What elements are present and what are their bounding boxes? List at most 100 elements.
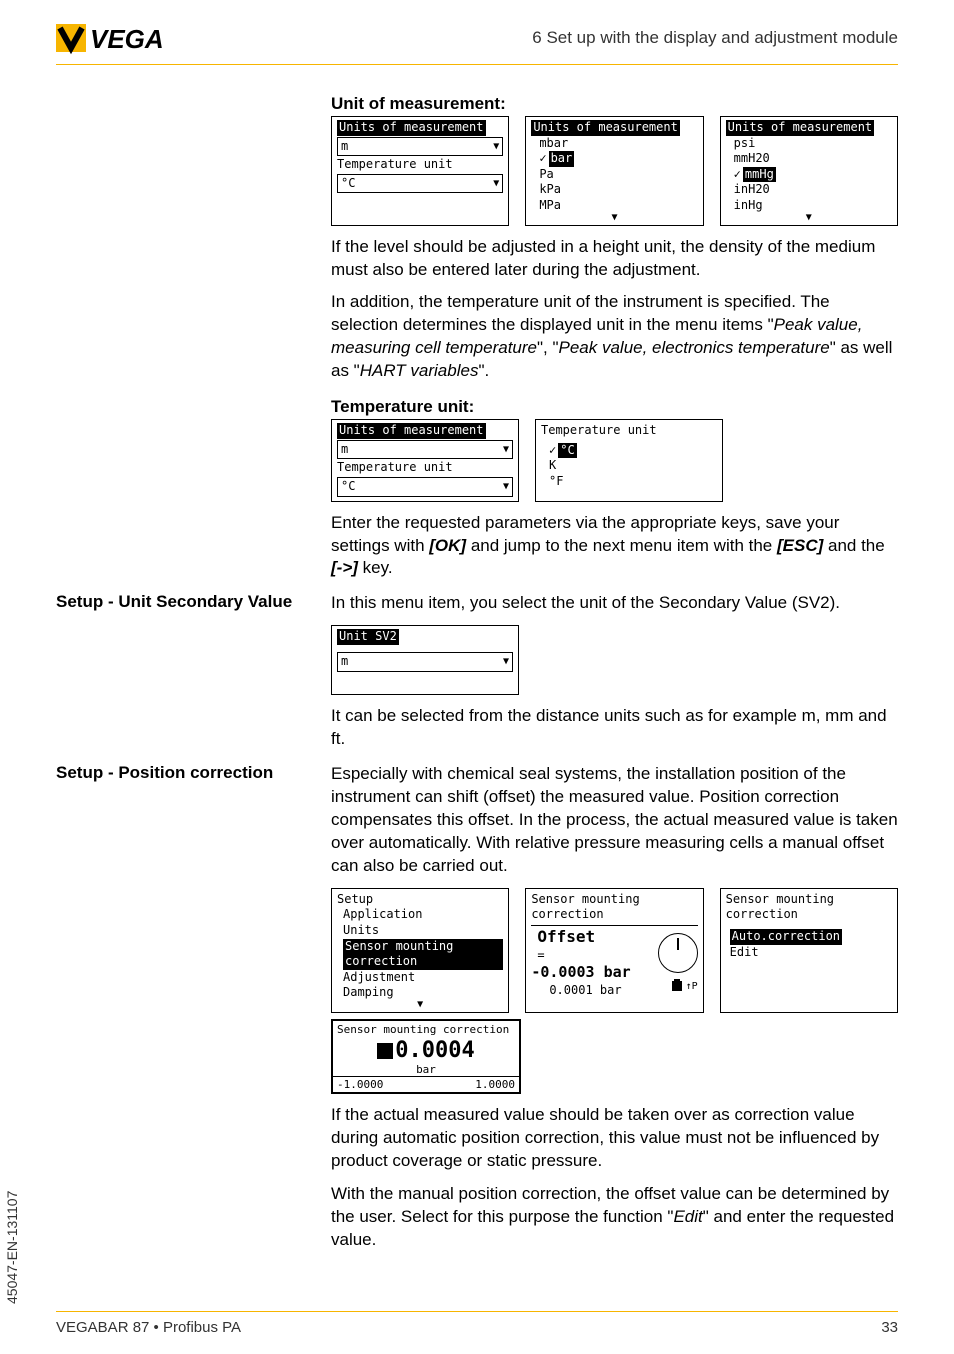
- screen-title: Unit SV2: [337, 629, 399, 645]
- option[interactable]: inHg: [734, 198, 892, 214]
- unit-measurement-heading: Unit of measurement:: [331, 94, 898, 114]
- minus-block-icon: [377, 1043, 393, 1059]
- screen-correction-options: Sensor mounting correction Auto.correcti…: [720, 888, 898, 1013]
- sv2-field-value: m: [341, 654, 348, 670]
- footer-page: 33: [881, 1319, 898, 1336]
- screen-temp-options: Temperature unit °C K °F: [535, 419, 723, 501]
- scroll-down-icon: ▼: [337, 1001, 503, 1009]
- screen-units-options-2: Units of measurement psi mmH20 mmHg inH2…: [720, 116, 898, 226]
- tp-label: ↑P: [686, 980, 698, 993]
- units-field-value: m: [341, 139, 348, 155]
- para-level-adjust: If the level should be adjusted in a hei…: [331, 236, 898, 282]
- offset-big-value: 0.0004: [333, 1038, 519, 1063]
- para-auto-correction: If the actual measured value should be t…: [331, 1104, 898, 1173]
- units-field[interactable]: m ▼: [337, 137, 503, 157]
- screen-sv2: Unit SV2 m ▼: [331, 625, 519, 695]
- option-selected[interactable]: Sensor mounting correction: [343, 939, 503, 970]
- units-field-value: m: [341, 442, 348, 458]
- temp-field-value: °C: [341, 176, 355, 192]
- header-rule: [56, 64, 898, 65]
- screen-units-main: Units of measurement m ▼ Temperature uni…: [331, 116, 509, 226]
- offset-sub: 0.0001 bar: [531, 983, 630, 999]
- screen-title: Units of measurement: [337, 423, 486, 439]
- side-heading-secondary-value: Setup - Unit Secondary Value: [56, 592, 316, 612]
- position-screens-row2: Sensor mounting correction 0.0004 bar -1…: [331, 1019, 898, 1094]
- option[interactable]: Edit: [730, 945, 892, 961]
- section-title: 6 Set up with the display and adjustment…: [532, 28, 898, 48]
- dial-icon: [658, 933, 698, 973]
- temp-field[interactable]: °C ▼: [337, 477, 513, 497]
- option[interactable]: Adjustment: [343, 970, 503, 986]
- option-selected[interactable]: Auto.correction: [730, 929, 892, 945]
- dropdown-icon: ▼: [503, 655, 509, 668]
- scroll-down-icon: ▼: [531, 214, 697, 222]
- side-heading-position-correction: Setup - Position correction: [56, 763, 316, 783]
- logo: VEGA: [56, 18, 176, 58]
- option[interactable]: inH20: [734, 182, 892, 198]
- screen-title: Sensor mounting correction: [726, 892, 892, 923]
- option[interactable]: psi: [734, 136, 892, 152]
- para-manual-correction: With the manual position correction, the…: [331, 1183, 898, 1252]
- dropdown-icon: ▼: [493, 177, 499, 190]
- option[interactable]: mmH20: [734, 151, 892, 167]
- screen-title: Units of measurement: [726, 120, 875, 136]
- screen-units-options-1: Units of measurement mbar bar Pa kPa MPa…: [525, 116, 703, 226]
- temp-label: Temperature unit: [337, 460, 513, 476]
- dropdown-icon: ▼: [493, 140, 499, 153]
- dropdown-icon: ▼: [503, 443, 509, 456]
- footer-left: VEGABAR 87 • Profibus PA: [56, 1319, 241, 1336]
- offset-value: -0.0003 bar: [531, 963, 630, 983]
- screen-title: Sensor mounting correction: [531, 892, 697, 923]
- screen-offset-display: Sensor mounting correction Offset = -0.0…: [525, 888, 703, 1013]
- screen-title: Units of measurement: [531, 120, 680, 136]
- svg-text:VEGA: VEGA: [90, 24, 164, 54]
- temperature-unit-heading: Temperature unit:: [331, 397, 898, 417]
- option-selected[interactable]: bar: [539, 151, 697, 167]
- option[interactable]: mbar: [539, 136, 697, 152]
- offset-eq: =: [531, 948, 630, 964]
- screen-title: Sensor mounting correction: [333, 1021, 519, 1038]
- option[interactable]: Pa: [539, 167, 697, 183]
- option-selected[interactable]: °C: [549, 443, 717, 459]
- option[interactable]: °F: [549, 474, 717, 490]
- offset-range: -1.0000 1.0000: [333, 1076, 519, 1092]
- option[interactable]: Units: [343, 923, 503, 939]
- para-enter-params: Enter the requested parameters via the a…: [331, 512, 898, 581]
- temperature-unit-screens: Units of measurement m ▼ Temperature uni…: [331, 419, 898, 501]
- temp-field-value: °C: [341, 479, 355, 495]
- screen-offset-edit: Sensor mounting correction 0.0004 bar -1…: [331, 1019, 521, 1094]
- position-screens-row1: Setup Application Units Sensor mounting …: [331, 888, 898, 1013]
- doc-id-vertical: 45047-EN-131107: [4, 1191, 20, 1304]
- vega-logo-icon: VEGA: [56, 18, 176, 58]
- para-sv2-intro: In this menu item, you select the unit o…: [331, 592, 898, 615]
- temp-field[interactable]: °C ▼: [337, 174, 503, 194]
- screen-temp-main: Units of measurement m ▼ Temperature uni…: [331, 419, 519, 501]
- offset-unit: bar: [333, 1063, 519, 1076]
- offset-label: Offset: [531, 927, 630, 948]
- screen-title: Units of measurement: [337, 120, 486, 136]
- footer: VEGABAR 87 • Profibus PA 33: [56, 1319, 898, 1336]
- dropdown-icon: ▼: [503, 480, 509, 493]
- unit-measurement-screens: Units of measurement m ▼ Temperature uni…: [331, 116, 898, 226]
- screen-title: Temperature unit: [541, 423, 717, 439]
- para-temp-unit: In addition, the temperature unit of the…: [331, 291, 898, 383]
- option[interactable]: kPa: [539, 182, 697, 198]
- range-lo: -1.0000: [337, 1078, 383, 1091]
- units-field[interactable]: m ▼: [337, 440, 513, 460]
- header: VEGA 6 Set up with the display and adjus…: [0, 0, 954, 58]
- temp-label: Temperature unit: [337, 157, 503, 173]
- option[interactable]: Damping: [343, 985, 503, 1001]
- para-sv2-units: It can be selected from the distance uni…: [331, 705, 898, 751]
- option-selected[interactable]: mmHg: [734, 167, 892, 183]
- footer-rule: [56, 1311, 898, 1312]
- range-hi: 1.0000: [475, 1078, 515, 1091]
- option[interactable]: K: [549, 458, 717, 474]
- scroll-down-icon: ▼: [726, 214, 892, 222]
- option[interactable]: Application: [343, 907, 503, 923]
- tank-icon: [670, 979, 684, 993]
- sv2-field[interactable]: m ▼: [337, 652, 513, 672]
- option[interactable]: MPa: [539, 198, 697, 214]
- para-position-intro: Especially with chemical seal systems, t…: [331, 763, 898, 878]
- screen-setup-menu: Setup Application Units Sensor mounting …: [331, 888, 509, 1013]
- screen-title: Setup: [337, 892, 503, 908]
